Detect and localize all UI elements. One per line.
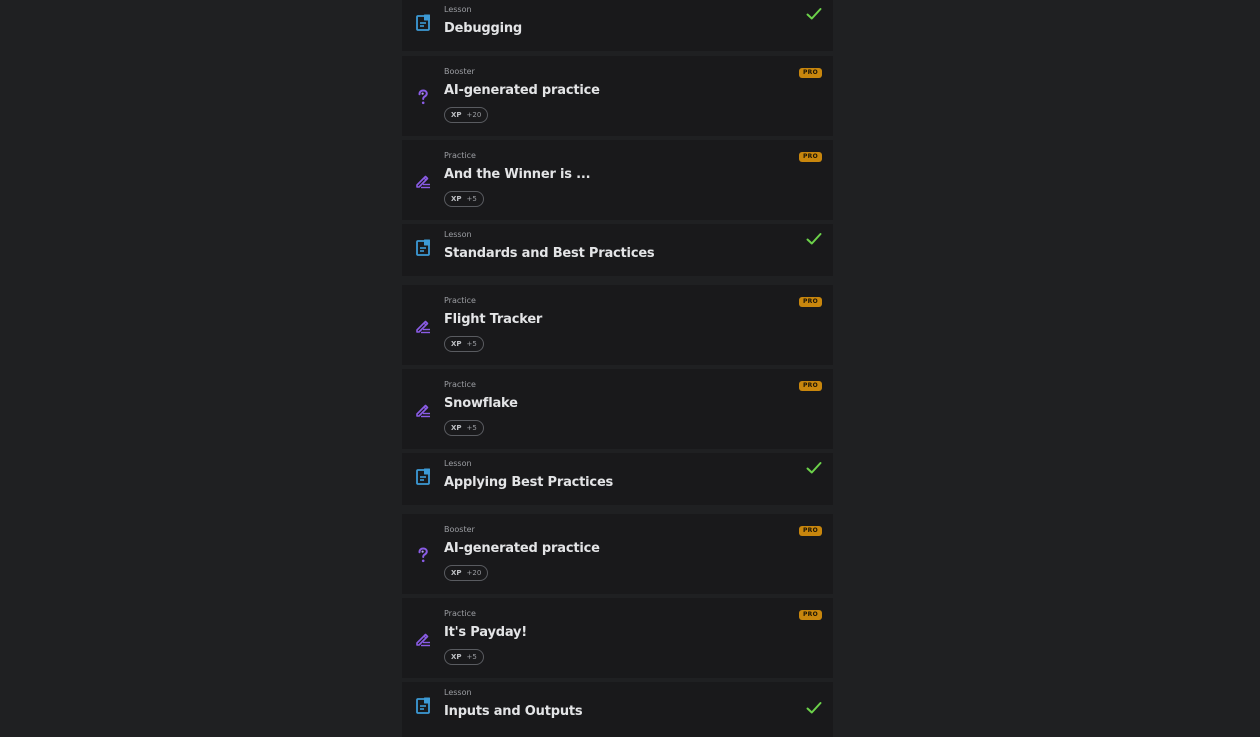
pro-badge: PRO — [798, 610, 822, 620]
document-icon — [414, 697, 432, 715]
xp-label: XP — [451, 340, 462, 348]
xp-value: +20 — [466, 569, 482, 577]
list-item-practice-payday[interactable]: Practice It's Payday! XP +5 PRO — [402, 598, 833, 678]
pencil-lines-icon — [414, 317, 432, 335]
xp-badge: XP +5 — [444, 191, 484, 207]
item-kind: Lesson — [444, 688, 472, 697]
list-item-practice-winner[interactable]: Practice And the Winner is ... XP +5 PRO — [402, 140, 833, 220]
item-title: AI-generated practice — [444, 541, 600, 556]
list-item-booster-ai-practice[interactable]: Booster AI-generated practice XP +20 PRO — [402, 514, 833, 594]
item-title: Snowflake — [444, 396, 518, 411]
item-title: Standards and Best Practices — [444, 246, 655, 261]
xp-badge: XP +5 — [444, 336, 484, 352]
document-icon — [414, 468, 432, 486]
item-kind: Practice — [444, 296, 476, 305]
question-icon — [414, 88, 432, 106]
pro-badge: PRO — [798, 68, 822, 78]
xp-label: XP — [451, 653, 462, 661]
pencil-lines-icon — [414, 401, 432, 419]
xp-badge: XP +5 — [444, 420, 484, 436]
item-kind: Lesson — [444, 230, 472, 239]
item-title: Flight Tracker — [444, 312, 543, 327]
item-title: AI-generated practice — [444, 83, 600, 98]
item-kind: Practice — [444, 151, 476, 160]
check-icon — [806, 232, 822, 246]
check-icon — [806, 7, 822, 21]
item-kind: Lesson — [444, 459, 472, 468]
item-kind: Booster — [444, 525, 475, 534]
xp-label: XP — [451, 424, 462, 432]
xp-label: XP — [451, 195, 462, 203]
item-title: Inputs and Outputs — [444, 704, 583, 719]
item-kind: Practice — [444, 380, 476, 389]
document-icon — [414, 14, 432, 32]
xp-value: +5 — [466, 653, 477, 661]
xp-value: +5 — [466, 424, 477, 432]
xp-badge: XP +5 — [444, 649, 484, 665]
list-item-lesson-applying[interactable]: Lesson Applying Best Practices — [402, 453, 833, 505]
check-icon — [806, 461, 822, 475]
xp-badge: XP +20 — [444, 107, 489, 123]
xp-value: +20 — [466, 111, 482, 119]
xp-value: +5 — [466, 195, 477, 203]
check-icon — [806, 701, 822, 715]
pro-badge: PRO — [798, 526, 822, 536]
item-kind: Lesson — [444, 5, 472, 14]
list-item-practice-flight-tracker[interactable]: Practice Flight Tracker XP +5 PRO — [402, 285, 833, 365]
list-item-lesson-standards[interactable]: Lesson Standards and Best Practices — [402, 224, 833, 276]
item-kind: Practice — [444, 609, 476, 618]
xp-label: XP — [451, 111, 462, 119]
pro-badge: PRO — [798, 381, 822, 391]
item-title: And the Winner is ... — [444, 167, 591, 182]
pro-badge: PRO — [798, 297, 822, 307]
item-kind: Booster — [444, 67, 475, 76]
pro-badge: PRO — [798, 152, 822, 162]
list-item-lesson-inputs-outputs[interactable]: Lesson Inputs and Outputs — [402, 682, 833, 737]
xp-badge: XP +20 — [444, 565, 489, 581]
pencil-lines-icon — [414, 630, 432, 648]
item-title: Applying Best Practices — [444, 475, 614, 490]
xp-value: +5 — [466, 340, 477, 348]
question-icon — [414, 546, 432, 564]
item-title: Debugging — [444, 21, 522, 36]
list-item-practice-snowflake[interactable]: Practice Snowflake XP +5 PRO — [402, 369, 833, 449]
list-item-booster-ai-practice[interactable]: Booster AI-generated practice XP +20 PRO — [402, 56, 833, 136]
item-title: It's Payday! — [444, 625, 528, 640]
list-item-lesson-debugging[interactable]: Lesson Debugging — [402, 0, 833, 51]
xp-label: XP — [451, 569, 462, 577]
document-icon — [414, 239, 432, 257]
pencil-lines-icon — [414, 172, 432, 190]
